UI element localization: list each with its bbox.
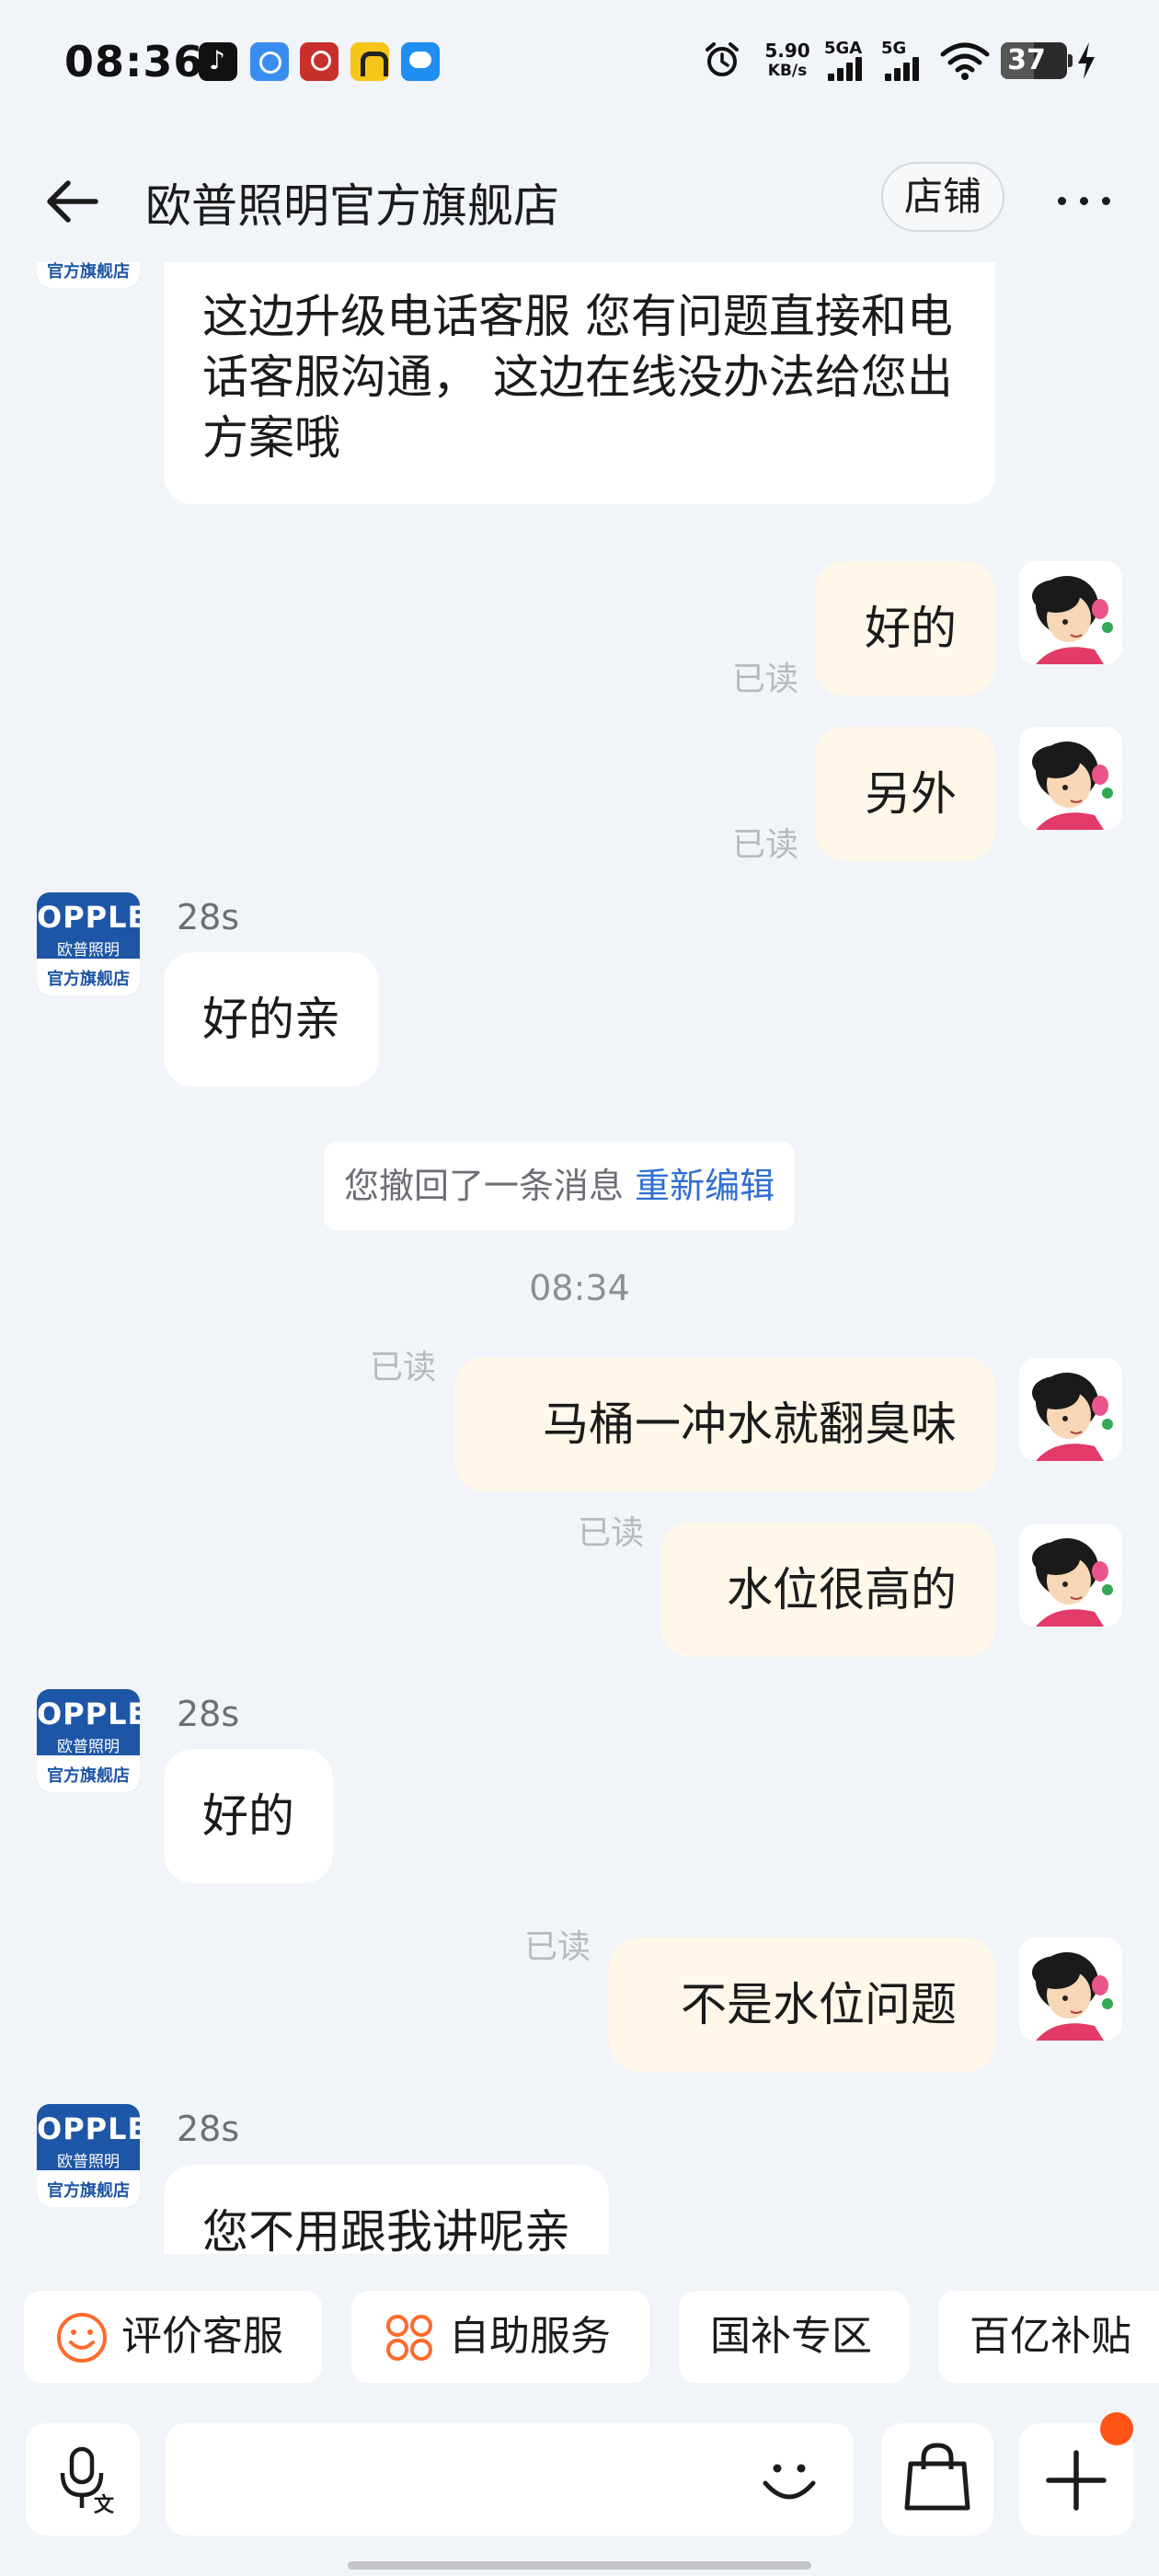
- wifi-icon: [940, 42, 990, 80]
- quick-action-label: 国补专区: [710, 2313, 872, 2360]
- shop-avatar[interactable]: OPPLE 欧普照明 官方旗舰店: [37, 2104, 140, 2207]
- alarm-icon: [706, 42, 739, 76]
- user-avatar[interactable]: [1019, 1524, 1122, 1627]
- user-avatar[interactable]: [1019, 1358, 1122, 1461]
- message-bubble-outgoing[interactable]: 马桶一冲水就翻臭味: [454, 1357, 995, 1491]
- status-bar: 08:36 5.90 KB/s 5GA 5G 37: [0, 0, 1159, 124]
- home-indicator[interactable]: [348, 2561, 811, 2570]
- charging-icon: [1078, 42, 1095, 79]
- quick-action-self-service[interactable]: 自助服务: [351, 2291, 649, 2383]
- message-bubble-outgoing[interactable]: 另外: [815, 727, 995, 861]
- recall-text: 您撤回了一条消息: [344, 1166, 625, 1206]
- grid-circles-icon: [386, 2315, 432, 2361]
- quick-action-national-subsidy[interactable]: 国补专区: [679, 2291, 909, 2383]
- quick-action-rate-service[interactable]: 评价客服: [24, 2291, 322, 2383]
- net-speed: 5.90 KB/s: [760, 40, 815, 81]
- app-blue-robot-icon: [401, 42, 440, 81]
- avatar-logo: OPPLE: [37, 900, 140, 935]
- read-status: 已读: [370, 1349, 437, 1386]
- quick-action-subsidy[interactable]: 百亿补贴: [938, 2291, 1159, 2383]
- message-bubble-outgoing[interactable]: 水位很高的: [660, 1523, 995, 1657]
- read-status: 已读: [732, 826, 799, 864]
- cartoon-girl-icon: [1019, 1358, 1122, 1461]
- message-bubble-incoming[interactable]: 这边升级电话客服 您有问题直接和电话客服沟通， 这边在线没办法给您出方案哦: [164, 262, 995, 504]
- read-status: 已读: [524, 1928, 591, 1966]
- avatar-text: 官方旗舰店: [47, 970, 130, 989]
- shopping-bag-icon: [904, 2443, 970, 2511]
- chat-header: 欧普照明官方旗舰店 店铺: [0, 147, 1159, 248]
- app-blue-icon: [250, 42, 289, 81]
- avatar-logo: OPPLE: [37, 2111, 140, 2146]
- app-yellow-icon: [350, 42, 389, 81]
- shop-button[interactable]: 店铺: [881, 162, 1004, 232]
- network-label-1: 5GA: [824, 39, 863, 58]
- message-bubble-incoming[interactable]: 好的亲: [164, 952, 379, 1087]
- status-time: 08:36: [64, 37, 204, 86]
- svg-text:文: 文: [94, 2493, 115, 2517]
- recall-notice: 您撤回了一条消息 重新编辑: [324, 1142, 796, 1230]
- message-time: 28s: [177, 2109, 240, 2149]
- time-divider: 08:34: [529, 1268, 630, 1308]
- smiley-icon: [57, 2313, 107, 2363]
- emoji-icon[interactable]: [752, 2443, 826, 2516]
- avatar-text: 欧普照明: [57, 941, 120, 960]
- message-bubble-incoming[interactable]: 好的: [164, 1749, 333, 1883]
- app-red-icon: [300, 42, 339, 81]
- page-title: 欧普照明官方旗舰店: [145, 179, 559, 233]
- network-label-2: 5G: [881, 39, 907, 58]
- notification-dot: [1100, 2412, 1133, 2445]
- avatar-text: 欧普照明: [57, 2153, 120, 2171]
- message-input[interactable]: [166, 2423, 854, 2536]
- cartoon-girl-icon: [1019, 561, 1122, 664]
- mic-translate-icon: 文: [60, 2446, 115, 2517]
- net-speed-value: 5.90: [764, 40, 810, 62]
- message-time: 28s: [177, 1694, 240, 1734]
- message-bubble-outgoing[interactable]: 不是水位问题: [609, 1938, 995, 2072]
- avatar-text: 欧普照明: [57, 1738, 120, 1756]
- message-time: 28s: [177, 897, 240, 937]
- read-status: 已读: [578, 1514, 645, 1552]
- avatar-text: 官方旗舰店: [47, 1766, 130, 1786]
- avatar-logo: OPPLE: [37, 1696, 140, 1731]
- arrow-left-icon[interactable]: [40, 169, 105, 234]
- cartoon-girl-icon: [1019, 1524, 1122, 1627]
- shop-avatar[interactable]: OPPLE 欧普照明 官方旗舰店: [37, 1689, 140, 1792]
- voice-input-button[interactable]: 文: [26, 2423, 140, 2536]
- more-dots-icon[interactable]: [1054, 173, 1115, 228]
- shopping-bag-button[interactable]: [881, 2423, 993, 2536]
- user-avatar[interactable]: [1019, 727, 1122, 830]
- shop-avatar[interactable]: OPPLE 欧普照明 官方旗舰店: [37, 892, 140, 995]
- shop-avatar[interactable]: OPPLE 欧普照明 官方旗舰店: [37, 262, 140, 288]
- cartoon-girl-icon: [1019, 727, 1122, 830]
- quick-action-label: 评价客服: [121, 2313, 283, 2360]
- user-avatar[interactable]: [1019, 561, 1122, 664]
- battery-level: 37: [1007, 44, 1046, 76]
- chat-area[interactable]: OPPLE 欧普照明 官方旗舰店 这边升级电话客服 您有问题直接和电话客服沟通，…: [0, 262, 1159, 2254]
- signal-icon: [885, 57, 924, 81]
- message-bubble-outgoing[interactable]: 好的: [815, 561, 995, 696]
- tiktok-icon: [199, 42, 237, 81]
- net-speed-unit: KB/s: [767, 62, 808, 80]
- user-avatar[interactable]: [1019, 1938, 1122, 2041]
- quick-action-label: 百亿补贴: [970, 2313, 1131, 2360]
- signal-icon: [828, 57, 866, 81]
- quick-actions-bar: 评价客服 自助服务 国补专区 百亿补贴: [0, 2291, 1159, 2394]
- quick-action-label: 自助服务: [449, 2313, 611, 2360]
- message-bubble-incoming[interactable]: 您不用跟我讲呢亲: [164, 2165, 609, 2254]
- read-status: 已读: [732, 661, 799, 698]
- re-edit-link[interactable]: 重新编辑: [635, 1166, 775, 1206]
- cartoon-girl-icon: [1019, 1938, 1122, 2041]
- avatar-text: 官方旗舰店: [47, 2181, 130, 2201]
- avatar-text: 官方旗舰店: [47, 262, 130, 282]
- input-bar: 文: [0, 2412, 1159, 2539]
- battery-icon: 37: [1001, 42, 1073, 79]
